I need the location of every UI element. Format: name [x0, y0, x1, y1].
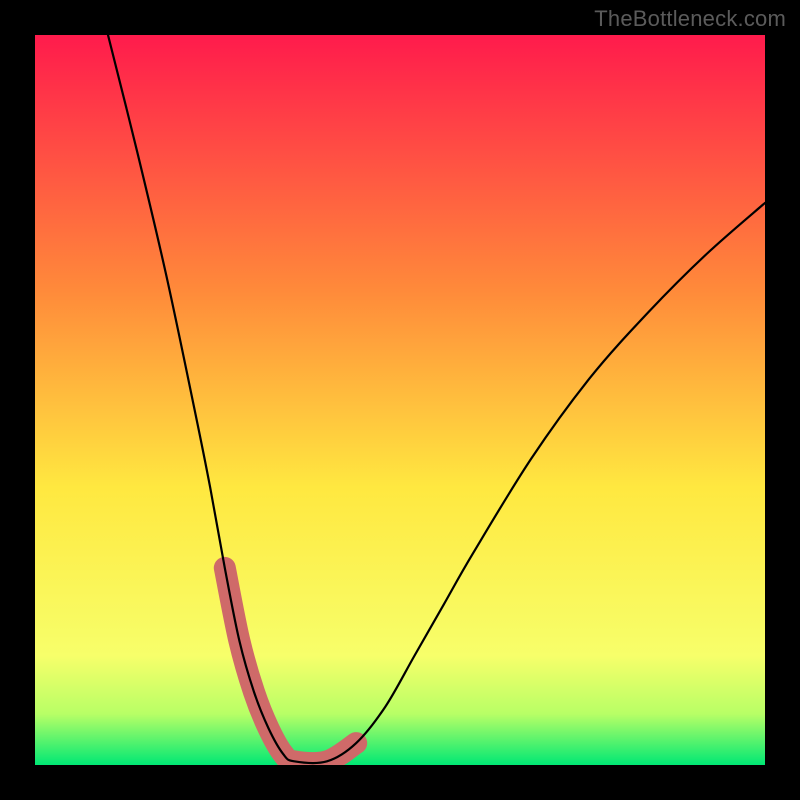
chart-stage: { "watermark": "TheBottleneck.com", "col…	[0, 0, 800, 800]
plot-area	[35, 35, 765, 765]
bottleneck-chart	[0, 0, 800, 800]
watermark-text: TheBottleneck.com	[594, 6, 786, 32]
